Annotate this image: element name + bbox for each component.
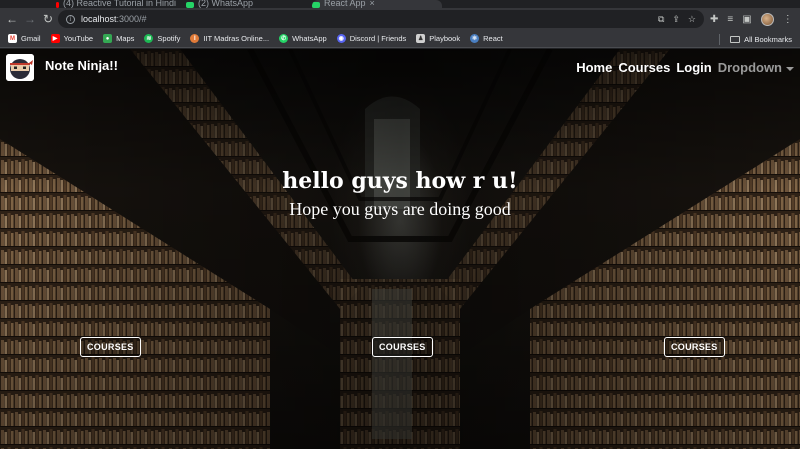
browser-toolbar: ← → ↻ i localhost:3000/# ⧉ ⇪ ☆ ✚ ≡ ▣ ⋮ [0,8,800,30]
browser-tab-1[interactable]: (4) Reactive Tutorial in Hindi [56,0,176,8]
nav-home[interactable]: Home [576,60,612,75]
back-icon[interactable]: ← [3,10,21,28]
install-app-icon[interactable]: ⧉ [658,14,664,25]
reading-list-icon[interactable]: ≡ [727,14,733,25]
bookmark-discord[interactable]: ◉ Discord | Friends [336,34,407,43]
reload-icon[interactable]: ↻ [39,10,57,28]
side-panel-icon[interactable]: ▣ [742,14,751,25]
caret-down-icon [786,66,794,71]
bookmark-youtube[interactable]: ▶ YouTube [50,34,94,43]
nav-menu: Home Courses Login Dropdown [576,60,794,75]
bookmark-gmail[interactable]: M Gmail [8,34,41,43]
hero-title: hello guys how r u! [282,168,518,194]
bookmark-label: YouTube [63,34,94,43]
nav-courses[interactable]: Courses [618,60,670,75]
bookmark-label: Maps [116,34,135,43]
playbook-icon: ♟ [416,34,426,43]
tab-title: React App [324,0,366,8]
whatsapp-icon: ✆ [279,34,289,43]
bookmark-label: React [483,34,503,43]
bookmark-maps[interactable]: ● Maps [103,34,134,43]
maps-icon: ● [103,34,113,43]
bookmark-label: Spotify [157,34,181,43]
chrome-menu-icon[interactable]: ⋮ [783,14,793,25]
bookmark-spotify[interactable]: ≋ Spotify [144,34,180,43]
library-background-image [0,49,800,449]
share-icon[interactable]: ⇪ [672,14,680,25]
tab-title: (2) WhatsApp [198,0,254,8]
browser-tab-3[interactable]: React App × [312,0,442,8]
tab-strip: (4) Reactive Tutorial in Hindi (2) Whats… [0,0,800,8]
bookmark-label: WhatsApp [292,34,327,43]
site-navbar: Note Ninja!! Home Courses Login Dropdown [0,49,800,85]
gmail-icon: M [8,34,17,43]
tab-title: (4) Reactive Tutorial in Hindi [62,0,176,8]
extensions-icon[interactable]: ✚ [710,14,718,25]
divider [719,33,721,45]
site-info-icon[interactable]: i [66,14,75,24]
profile-avatar[interactable] [760,12,774,26]
bookmark-iitm[interactable]: I IIT Madras Online... [190,34,269,43]
bookmark-playbook[interactable]: ♟ Playbook [416,34,460,43]
bookmark-label: Discord | Friends [349,34,407,43]
bookmark-label: IIT Madras Online... [203,34,270,43]
hero-subtitle: Hope you guys are doing good [289,199,511,219]
url-host: localhost [81,14,117,24]
dropdown-label: Dropdown [717,60,782,75]
bookmark-react[interactable]: ⚛ React [470,34,503,43]
nav-dropdown[interactable]: Dropdown [718,60,794,75]
courses-button-2[interactable]: COURSES [372,337,433,357]
all-bookmarks-label: All Bookmarks [744,34,792,44]
courses-button-1[interactable]: COURSES [80,337,141,357]
folder-icon [730,35,741,43]
bookmark-label: Gmail [21,34,41,43]
bookmark-whatsapp[interactable]: ✆ WhatsApp [279,34,327,43]
spotify-icon: ≋ [144,34,154,43]
all-bookmarks[interactable]: All Bookmarks [719,30,792,48]
site-brand[interactable]: Note Ninja!! [45,58,118,73]
ninja-logo-icon[interactable] [6,54,34,81]
forward-icon[interactable]: → [21,10,39,28]
courses-button-3[interactable]: COURSES [664,337,725,357]
iitm-icon: I [190,34,200,43]
url-path: :3000/# [116,14,147,24]
nav-login[interactable]: Login [676,60,711,75]
youtube-icon: ▶ [50,34,60,43]
browser-tab-2[interactable]: (2) WhatsApp [186,0,296,8]
address-bar[interactable]: i localhost:3000/# ⧉ ⇪ ☆ [58,10,704,28]
discord-icon: ◉ [336,34,346,43]
bookmarks-bar: M Gmail ▶ YouTube ● Maps ≋ Spotify I IIT… [0,30,800,48]
close-tab-icon[interactable]: × [370,0,375,8]
bookmark-label: Playbook [429,34,461,43]
bookmark-star-icon[interactable]: ☆ [688,14,696,25]
page-content: Note Ninja!! Home Courses Login Dropdown… [0,49,800,449]
react-icon: ⚛ [470,34,480,43]
